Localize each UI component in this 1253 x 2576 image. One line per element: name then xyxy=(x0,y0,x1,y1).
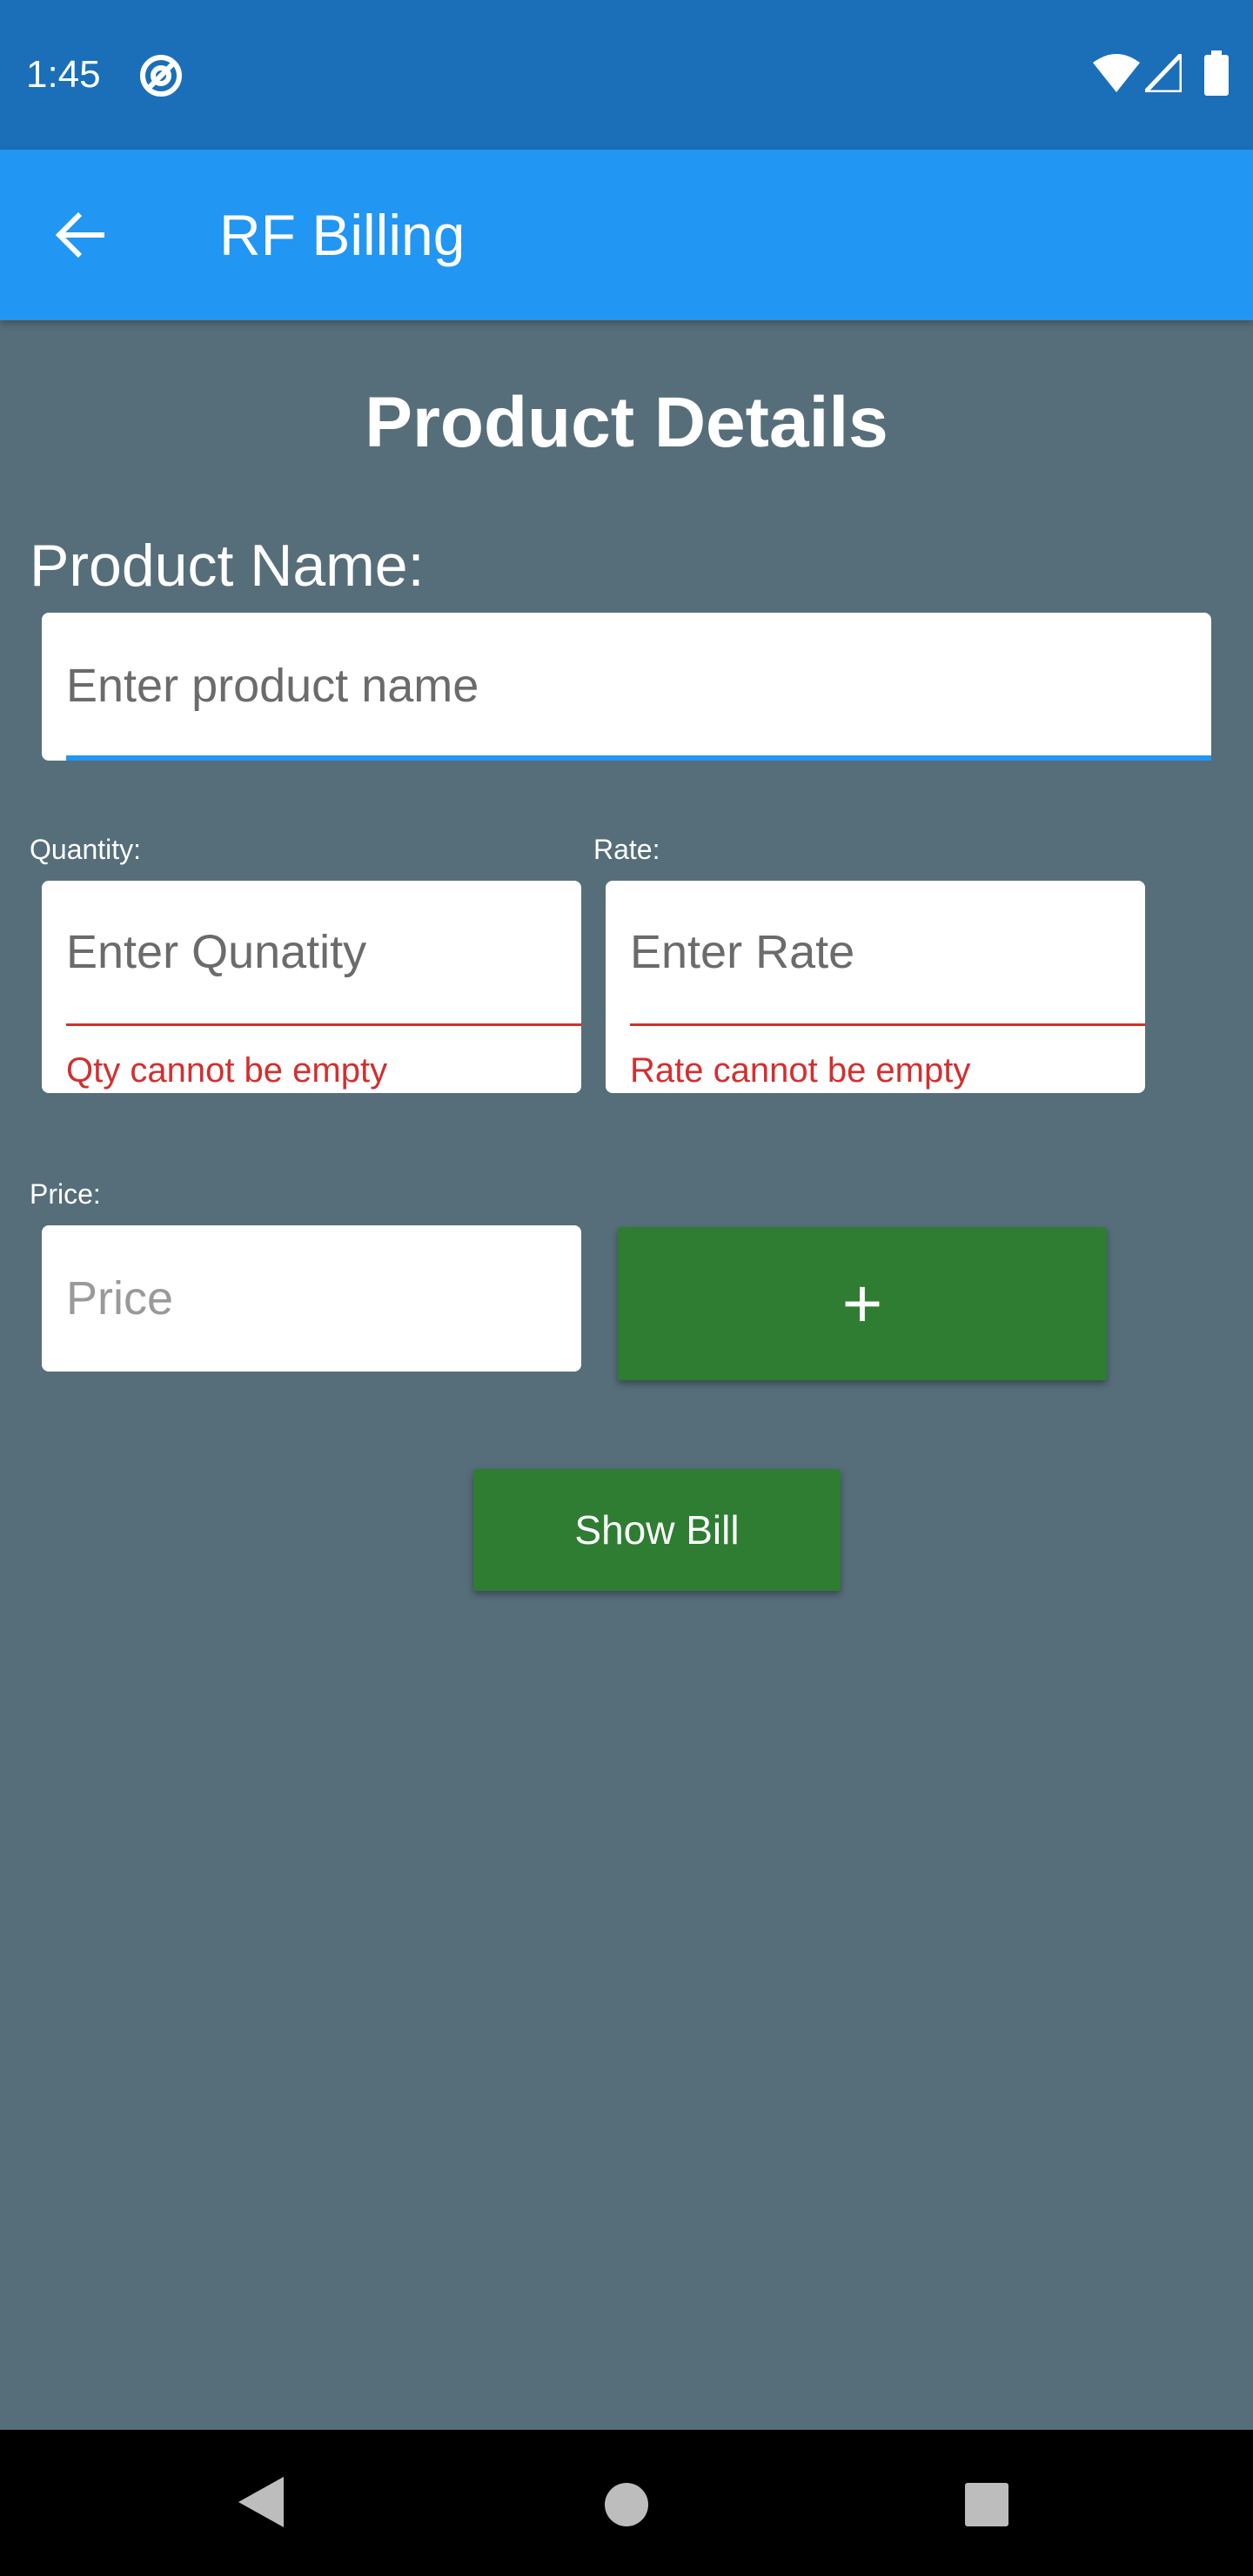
app-bar: RF Billing xyxy=(0,150,1253,320)
wifi-icon xyxy=(1093,54,1140,92)
quantity-field: Qty cannot be empty xyxy=(42,881,581,1093)
status-time: 1:45 xyxy=(26,53,101,96)
arrow-left-icon[interactable] xyxy=(54,207,110,263)
status-bar: 1:45 xyxy=(0,0,1253,150)
page-title: Product Details xyxy=(365,383,888,462)
system-nav-bar xyxy=(0,2430,1253,2576)
price-input[interactable] xyxy=(66,1267,571,1330)
rate-input[interactable] xyxy=(630,921,1135,983)
quantity-input[interactable] xyxy=(66,921,571,983)
add-item-button[interactable]: + xyxy=(618,1227,1107,1380)
product-name-field xyxy=(42,613,1211,761)
nav-home-icon[interactable] xyxy=(604,2482,649,2527)
product-name-underline xyxy=(66,755,1211,761)
price-label: Price: xyxy=(30,1178,101,1210)
show-bill-button[interactable]: Show Bill xyxy=(473,1469,841,1591)
signal-icon xyxy=(1145,54,1182,92)
nav-back-icon[interactable] xyxy=(235,2473,287,2531)
price-field xyxy=(42,1225,581,1372)
app-title: RF Billing xyxy=(219,203,466,267)
at-sign-icon xyxy=(140,55,182,97)
add-item-label: + xyxy=(841,1265,883,1342)
rate-error-text: Rate cannot be empty xyxy=(630,1051,971,1090)
nav-recents-icon[interactable] xyxy=(964,2482,1009,2527)
rate-label: Rate: xyxy=(593,834,660,865)
battery-icon xyxy=(1204,50,1229,96)
product-name-label: Product Name: xyxy=(30,533,425,599)
rate-underline xyxy=(630,1023,1145,1026)
quantity-error-text: Qty cannot be empty xyxy=(66,1051,388,1090)
quantity-underline xyxy=(66,1023,581,1026)
quantity-label: Quantity: xyxy=(30,834,142,865)
show-bill-label: Show Bill xyxy=(574,1507,740,1553)
rate-field: Rate cannot be empty xyxy=(606,881,1145,1093)
product-name-input[interactable] xyxy=(66,654,1189,717)
